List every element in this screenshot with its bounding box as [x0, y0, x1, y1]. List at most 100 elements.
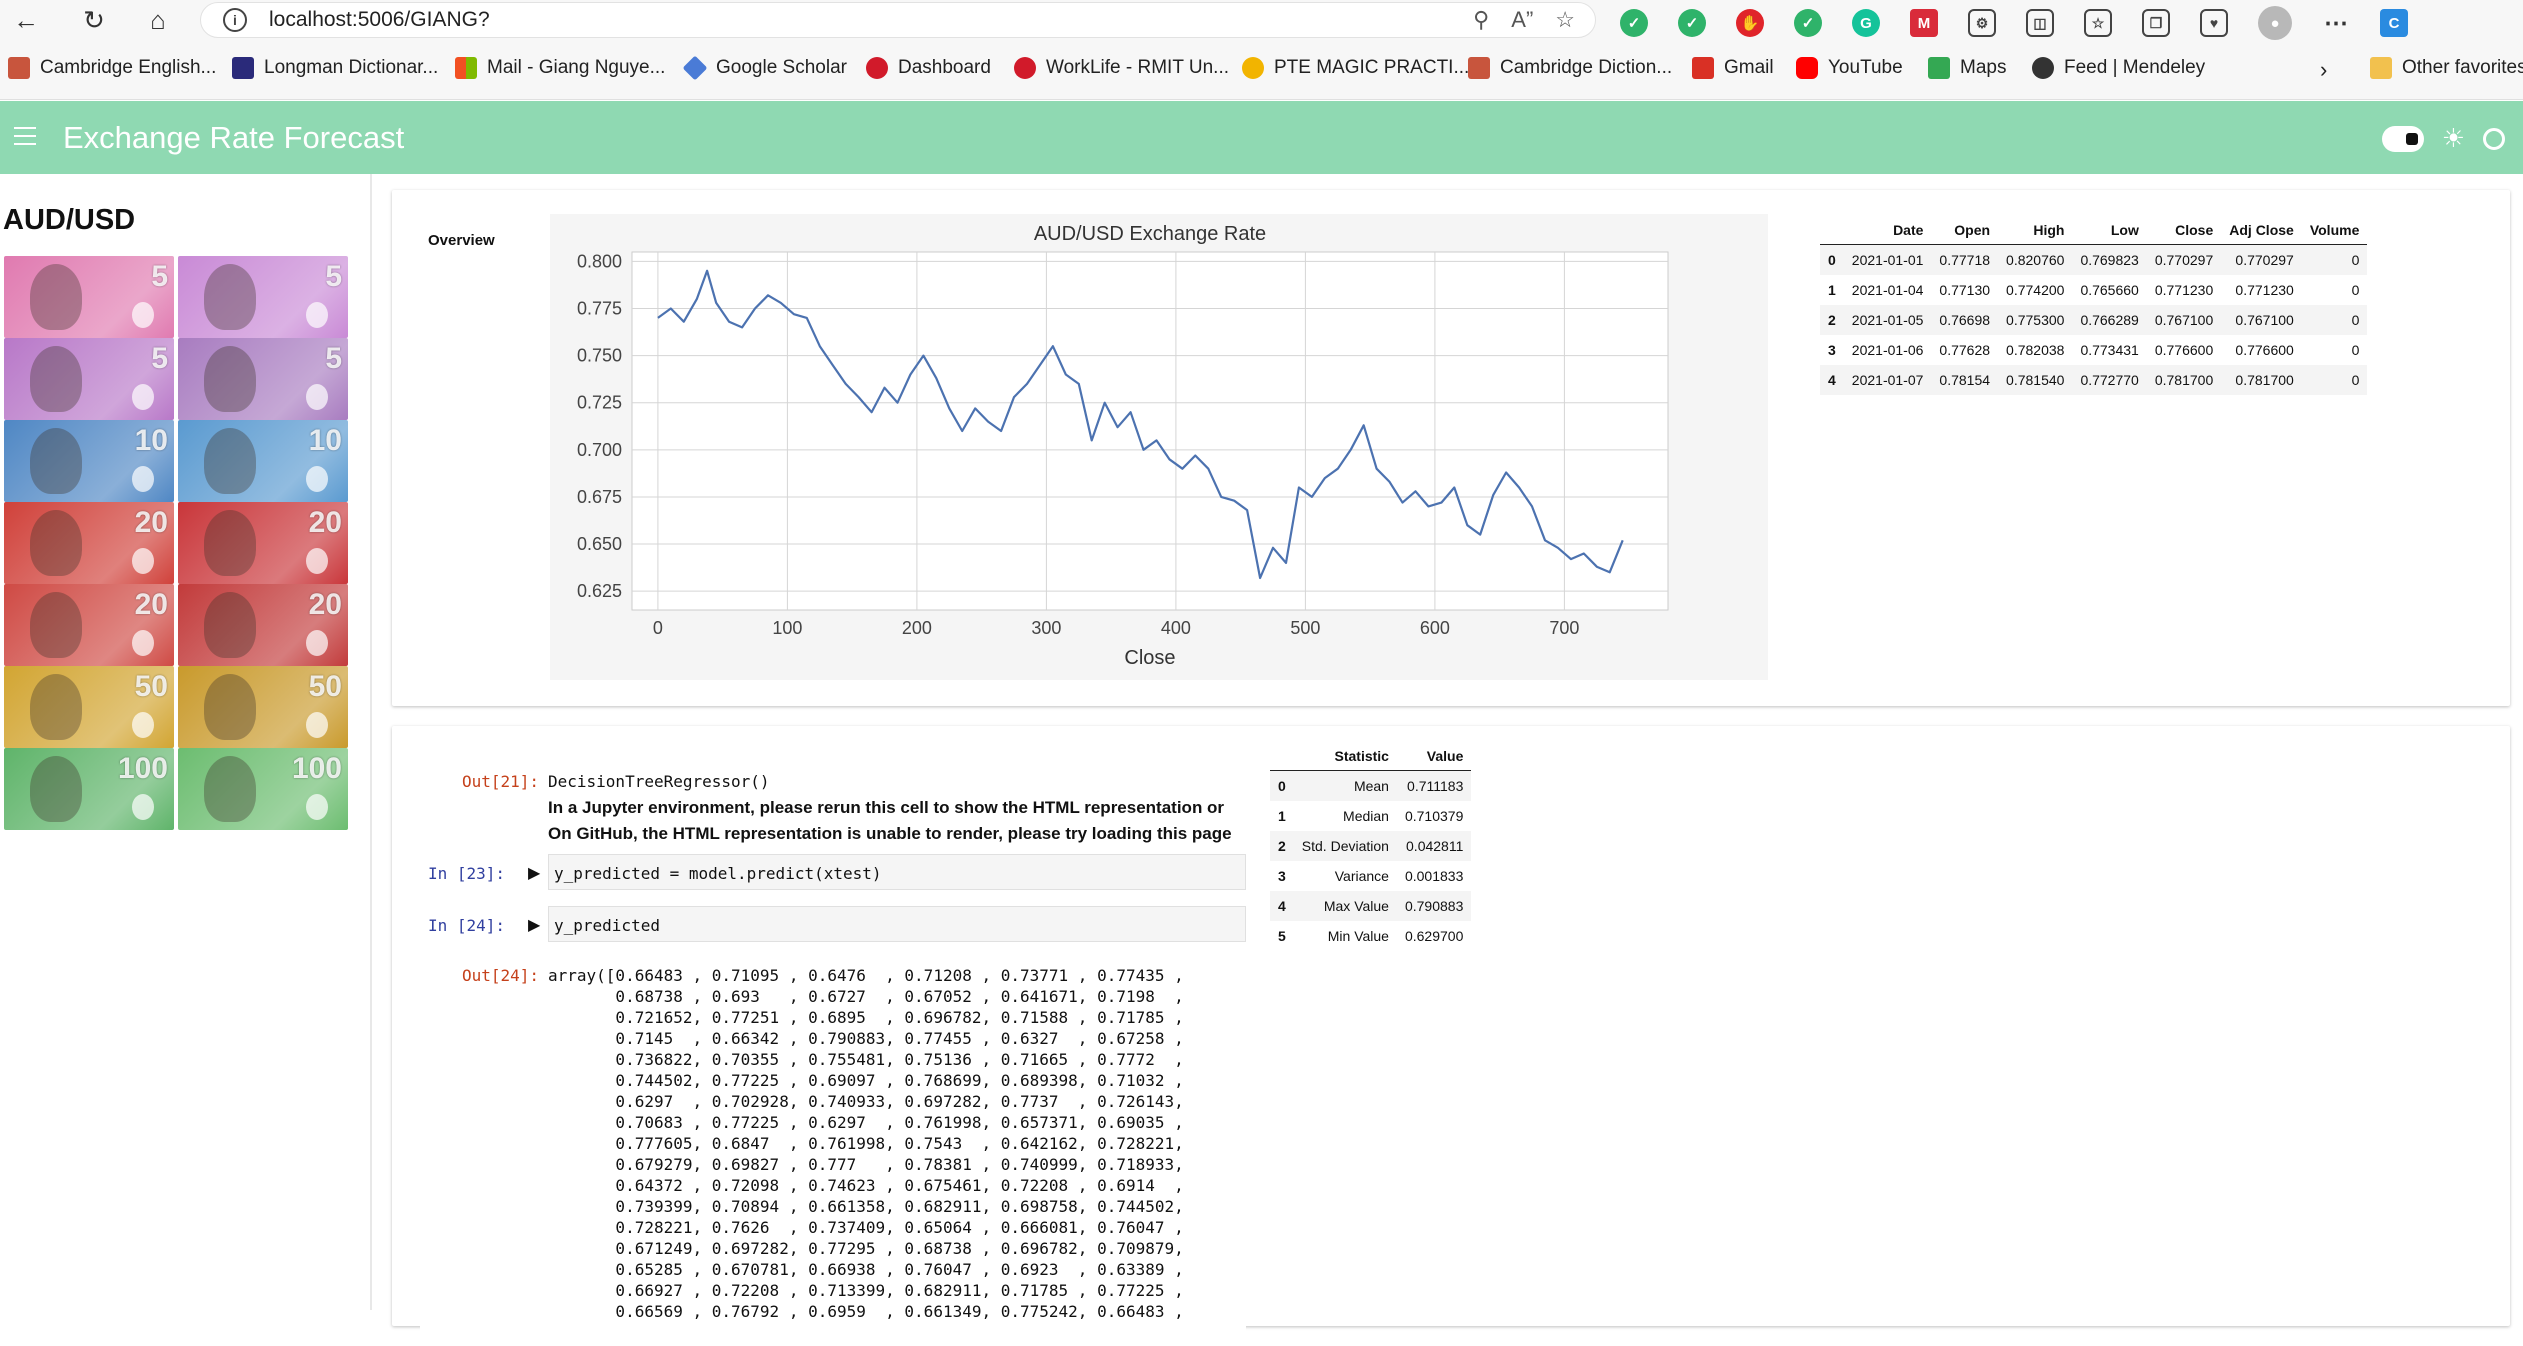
table-cell: 0.790883	[1404, 898, 1464, 914]
favorites-icon[interactable]: ☆	[2084, 9, 2112, 37]
table-cell: Min Value	[1327, 928, 1389, 944]
input-prompt: In [24]:	[428, 916, 506, 935]
array-output-line: 0.777605, 0.6847 , 0.761998, 0.7543 , 0.…	[548, 1134, 1184, 1153]
table-cell: 0.774200	[2006, 282, 2065, 298]
address-bar[interactable]: i localhost:5006/GIANG? ⚲ A” ☆	[200, 2, 1596, 38]
table-cell: 0	[2351, 282, 2360, 298]
reload-icon[interactable]: ↻	[74, 0, 114, 40]
output-prompt: Out[24]:	[462, 966, 540, 985]
read-aloud-icon[interactable]: A”	[1511, 7, 1533, 33]
x-tick-label: 700	[1549, 618, 1579, 638]
bookmark-item[interactable]: Google Scholar	[682, 55, 847, 81]
table-row: 5 Min Value 0.629700	[1270, 921, 1471, 951]
bookmark-item[interactable]: Cambridge English...	[8, 57, 216, 79]
copilot-icon[interactable]: C	[2380, 9, 2408, 37]
theme-toggle[interactable]	[2381, 125, 2424, 152]
table-cell: Mean	[1353, 778, 1389, 794]
bookmark-item[interactable]: Longman Dictionar...	[232, 57, 438, 79]
banknote-window	[306, 630, 328, 656]
banknote: 5	[178, 256, 348, 338]
banknote-denomination: 5	[325, 342, 342, 375]
star-bookmark-icon	[1242, 57, 1264, 79]
banknote-window	[132, 384, 154, 410]
bookmark-item[interactable]: Gmail	[1692, 57, 1774, 79]
extension-mendeley-icon[interactable]: M	[1910, 9, 1938, 37]
profile-avatar-icon[interactable]: ●	[2258, 6, 2292, 40]
banknote: 100	[178, 748, 348, 830]
code-line[interactable]: y_predicted	[554, 916, 660, 935]
collections-icon[interactable]: ❐	[2142, 9, 2170, 37]
notebook-output: Out[21]: DecisionTreeRegressor() In a Ju…	[420, 746, 1246, 1346]
table1-column-header: Open	[1931, 216, 1999, 245]
array-output-line: 0.66927 , 0.72208 , 0.713399, 0.682911, …	[548, 1281, 1184, 1300]
table2-column-header	[1270, 742, 1294, 771]
banknote: 20	[4, 584, 174, 666]
bookmark-item[interactable]: Maps	[1928, 57, 2006, 79]
bookmark-item[interactable]: Dashboard	[866, 57, 991, 79]
extension-check-icon[interactable]: ✓	[1620, 9, 1648, 37]
bookmark-item[interactable]: WorkLife - RMIT Un...	[1014, 57, 1229, 79]
table-row: 4 Max Value 0.790883	[1270, 891, 1472, 921]
bookmark-item[interactable]: PTE MAGIC PRACTI...	[1242, 57, 1469, 79]
table-cell: 0.710379	[1404, 808, 1464, 824]
extension-adblock-icon[interactable]: ✋	[1736, 9, 1764, 37]
table1-column-header: Adj Close	[2221, 216, 2302, 245]
banknote: 20	[4, 502, 174, 584]
row-index: 2	[1278, 838, 1286, 854]
x-tick-label: 600	[1420, 618, 1450, 638]
chart-svg: 0 100 200 300 400 500 600 700 0.625 0.650 0.675 0.7…	[577, 223, 1669, 669]
banknote-portrait	[204, 510, 256, 576]
code-line[interactable]: y_predicted = model.predict(xtest)	[554, 864, 882, 883]
table-cell: 0.782038	[2006, 342, 2065, 358]
x-tick-label: 500	[1290, 618, 1320, 638]
table-cell: 0.769823	[2080, 252, 2139, 268]
url-text[interactable]: localhost:5006/GIANG?	[269, 8, 490, 32]
table-cell: 0.767100	[2154, 312, 2214, 328]
bookmark-item[interactable]: Feed | Mendeley	[2032, 57, 2205, 79]
bookmark-item[interactable]: Mail - Giang Nguye...	[455, 57, 665, 79]
table-cell: Std. Deviation	[1301, 838, 1389, 854]
browser-toolbar: ← ↻ ⌂ i localhost:5006/GIANG? ⚲ A” ☆ ✓ ✓…	[0, 0, 2523, 40]
banknote: 10	[4, 420, 174, 502]
banknote-portrait	[204, 428, 256, 494]
banknote-portrait	[204, 756, 256, 822]
y-tick-label: 0.800	[577, 251, 622, 271]
other-favorites[interactable]: Other favorites	[2370, 57, 2523, 79]
home-icon[interactable]: ⌂	[138, 0, 178, 40]
site-info-icon[interactable]: i	[223, 8, 247, 32]
run-cell-icon[interactable]: ▶	[528, 863, 540, 883]
back-icon[interactable]: ←	[6, 0, 46, 40]
youtube-icon	[1796, 57, 1818, 79]
sun-icon[interactable]: ☀	[2442, 123, 2465, 154]
row-index: 0	[1828, 252, 1836, 268]
table-cell: 0.781700	[2154, 372, 2214, 388]
run-cell-icon[interactable]: ▶	[528, 915, 540, 935]
banknote-denomination: 50	[134, 670, 168, 703]
x-tick-label: 300	[1031, 618, 1061, 638]
bookmark-item[interactable]: YouTube	[1796, 57, 1903, 79]
extension-shield-icon[interactable]: ✓	[1678, 9, 1706, 37]
bookmark-item[interactable]: Cambridge Diction...	[1468, 57, 1672, 79]
banknote-portrait	[30, 756, 82, 822]
bookmarks-overflow-icon[interactable]: ›	[2320, 57, 2327, 83]
array-output-line: 0.679279, 0.69827 , 0.777 , 0.78381 , 0.…	[548, 1155, 1184, 1174]
menu-icon[interactable]	[14, 127, 36, 147]
array-output-line: 0.728221, 0.7626 , 0.737409, 0.65064 , 0…	[548, 1218, 1184, 1237]
y-tick-label: 0.675	[577, 487, 622, 507]
more-menu-icon[interactable]: ⋯	[2322, 9, 2350, 37]
x-tick-label: 200	[902, 618, 932, 638]
array-output-line: 0.721652, 0.77251 , 0.6895 , 0.696782, 0…	[548, 1008, 1184, 1027]
favorite-star-icon[interactable]: ☆	[1555, 7, 1575, 33]
extension-grammarly-icon[interactable]: G	[1852, 9, 1880, 37]
split-screen-icon[interactable]: ◫	[2026, 9, 2054, 37]
banknote-portrait	[204, 346, 256, 412]
table-cell: 0.767100	[2235, 312, 2294, 328]
bookmark-icon	[866, 57, 888, 79]
table-cell: 0.770297	[2235, 252, 2294, 268]
extensions-puzzle-icon[interactable]: ⚙	[1968, 9, 1996, 37]
health-icon[interactable]: ♥	[2200, 9, 2228, 37]
extension-check2-icon[interactable]: ✓	[1794, 9, 1822, 37]
zoom-icon[interactable]: ⚲	[1473, 7, 1489, 33]
banknote-portrait	[204, 674, 256, 740]
row-index: 4	[1828, 372, 1836, 388]
